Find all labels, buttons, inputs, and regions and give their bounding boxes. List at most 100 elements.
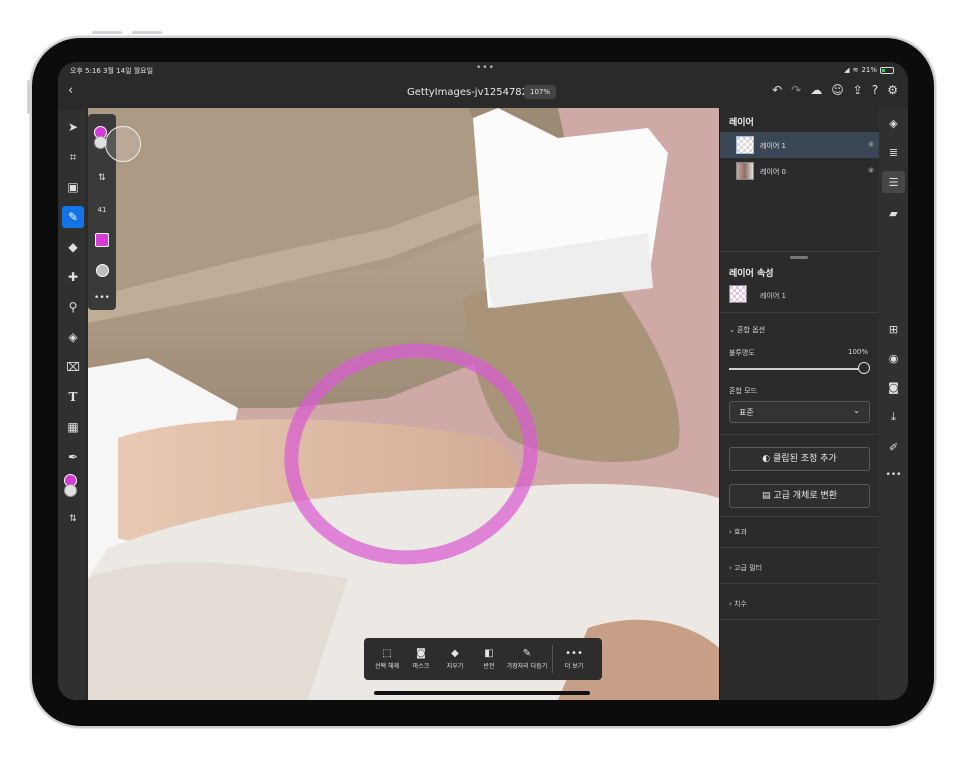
adjustments-sliders-icon[interactable]: ☰ bbox=[882, 171, 905, 193]
chevron-down-icon: ⌄ bbox=[729, 326, 735, 334]
transform-tool-icon[interactable]: ⌗ bbox=[62, 146, 84, 168]
invert-button[interactable]: ◧ 반전 bbox=[472, 648, 506, 670]
merge-down-icon[interactable]: ⤓ bbox=[882, 406, 905, 428]
healing-brush-tool-icon[interactable]: ✚ bbox=[62, 266, 84, 288]
effects-accordion[interactable]: › 효과 bbox=[729, 527, 747, 537]
color-swatches[interactable] bbox=[64, 474, 82, 497]
panel-divider bbox=[720, 312, 880, 313]
left-toolbar: ➤ ⌗ ▣ ✎ ◆ ✚ ⚲ ◈ ⌧ T ▦ ✒ ⇅ bbox=[58, 110, 86, 700]
erase-button[interactable]: ◆ 지우기 bbox=[438, 648, 472, 670]
background-color-swatch[interactable] bbox=[64, 484, 77, 497]
layer-row-layer-1[interactable]: 레이어 1 ◉ bbox=[720, 132, 880, 158]
layer-properties-heading: 레이어 속성 bbox=[729, 269, 774, 279]
task-divider bbox=[552, 645, 553, 673]
eyedropper-tool-icon[interactable]: ✒ bbox=[62, 446, 84, 468]
volume-button bbox=[132, 31, 162, 34]
layer-name: 레이어 1 bbox=[760, 142, 786, 150]
title-bar: ‹ GettyImages-jv12547822 * 107% ↶ ↷ ☁ ☺ … bbox=[58, 78, 908, 108]
status-icons: ◢ ≋ 21% bbox=[844, 66, 894, 74]
share-icon[interactable]: ⇪ bbox=[853, 83, 863, 97]
chevron-right-icon: › bbox=[729, 600, 732, 608]
move-tool-icon[interactable]: ➤ bbox=[62, 116, 84, 138]
brush-cursor-preview bbox=[105, 126, 141, 162]
refine-edge-icon: ✎ bbox=[522, 648, 532, 659]
convert-smart-object-button[interactable]: ▤ 고급 개체로 변환 bbox=[729, 484, 870, 508]
deselect-button[interactable]: ⬚ 선택 해제 bbox=[370, 648, 404, 670]
photo-artwork bbox=[88, 108, 719, 700]
layer-thumbnail bbox=[736, 162, 754, 180]
more-options-icon[interactable]: ••• bbox=[882, 464, 905, 486]
properties-layer-thumbnail bbox=[729, 285, 747, 303]
layer-thumbnail bbox=[736, 136, 754, 154]
visibility-eye-icon[interactable]: ◉ bbox=[868, 140, 874, 148]
brush-tip-button[interactable] bbox=[92, 260, 112, 280]
clone-stamp-tool-icon[interactable]: ⚲ bbox=[62, 296, 84, 318]
zoom-level[interactable]: 107% bbox=[524, 85, 557, 99]
opacity-slider-thumb[interactable] bbox=[858, 362, 870, 374]
undo-icon[interactable]: ↶ bbox=[772, 83, 782, 97]
visibility-eye-icon[interactable]: ◉ bbox=[882, 347, 905, 369]
power-button bbox=[27, 80, 30, 114]
more-icon: ••• bbox=[565, 648, 583, 659]
back-chevron-icon[interactable]: ‹ bbox=[68, 83, 73, 98]
brush-color-button[interactable] bbox=[92, 230, 112, 250]
brush-color-chip bbox=[95, 233, 109, 247]
comments-icon[interactable]: ▰ bbox=[882, 202, 905, 224]
fill-icon[interactable]: ✐ bbox=[882, 436, 905, 458]
refine-edge-button[interactable]: ✎ 가장자리 다듬기 bbox=[506, 648, 548, 670]
crop-tool-icon[interactable]: ⌧ bbox=[62, 356, 84, 378]
layer-mask-icon[interactable]: ◙ bbox=[882, 376, 905, 398]
app-screen: 오후 5:16 3월 14일 월요일 ••• ◢ ≋ 21% ‹ GettyIm… bbox=[58, 62, 908, 700]
add-layer-icon[interactable]: ⊞ bbox=[882, 318, 905, 340]
paint-bucket-tool-icon[interactable]: ◈ bbox=[62, 326, 84, 348]
panel-divider bbox=[720, 619, 880, 620]
brush-tool-icon[interactable]: ✎ bbox=[62, 206, 84, 228]
brush-size[interactable]: 41 bbox=[92, 200, 112, 220]
select-subject-tool-icon[interactable]: ▣ bbox=[62, 176, 84, 198]
deselect-icon: ⬚ bbox=[382, 648, 392, 659]
blend-mode-select[interactable]: 표준 ⌄ bbox=[729, 401, 870, 423]
swap-icon[interactable]: ⇅ bbox=[92, 168, 112, 188]
chevron-right-icon: › bbox=[729, 564, 732, 572]
opacity-label: 불투명도 bbox=[729, 349, 755, 357]
panel-resize-handle[interactable] bbox=[790, 256, 808, 259]
battery-icon bbox=[880, 66, 894, 74]
eraser-tool-icon[interactable]: ◆ bbox=[62, 236, 84, 258]
invert-icon: ◧ bbox=[484, 648, 494, 659]
battery-percent: 21% bbox=[861, 66, 877, 74]
opacity-value[interactable]: 100% bbox=[848, 348, 868, 356]
layer-row-layer-0[interactable]: 레이어 0 ◉ bbox=[720, 158, 880, 184]
dimensions-accordion[interactable]: › 치수 bbox=[729, 599, 747, 609]
redo-icon[interactable]: ↷ bbox=[791, 83, 801, 97]
type-tool-icon[interactable]: T bbox=[62, 386, 84, 408]
eraser-icon: ◆ bbox=[451, 648, 459, 659]
place-image-tool-icon[interactable]: ▦ bbox=[62, 416, 84, 438]
layers-stack-icon[interactable]: ◈ bbox=[882, 112, 905, 134]
brush-tip-icon bbox=[95, 263, 109, 277]
layer-properties-icon[interactable]: ≣ bbox=[882, 141, 905, 163]
chevron-down-icon: ⌄ bbox=[853, 406, 860, 415]
settings-gear-icon[interactable]: ⚙ bbox=[887, 83, 898, 97]
visibility-eye-icon[interactable]: ◉ bbox=[868, 166, 874, 174]
add-clipped-adjustment-button[interactable]: ◐ 클립된 조정 추가 bbox=[729, 447, 870, 471]
properties-layer-name: 레이어 1 bbox=[760, 292, 786, 300]
more-button[interactable]: ••• 더 보기 bbox=[557, 648, 591, 670]
mask-button[interactable]: ◙ 마스크 bbox=[404, 648, 438, 670]
more-options-icon[interactable]: ••• bbox=[92, 288, 112, 308]
wifi-icon: ≋ bbox=[852, 66, 859, 74]
blend-options-toggle[interactable]: ⌄ 혼합 옵션 bbox=[729, 325, 765, 335]
panel-divider bbox=[720, 516, 880, 517]
invite-icon[interactable]: ☺ bbox=[831, 83, 844, 97]
blend-mode-label: 혼합 모드 bbox=[729, 387, 757, 395]
smart-filters-accordion[interactable]: › 고급 필터 bbox=[729, 563, 762, 573]
multitask-dots[interactable]: ••• bbox=[476, 63, 495, 73]
opacity-slider-track[interactable] bbox=[729, 368, 859, 370]
signal-icon: ◢ bbox=[844, 66, 850, 74]
contextual-task-bar: ⬚ 선택 해제 ◙ 마스크 ◆ 지우기 ◧ 반전 ✎ 가장자리 다듬기 ••• 더 보기 bbox=[364, 638, 602, 680]
adjustment-icon: ◐ bbox=[762, 454, 771, 464]
panel-divider bbox=[720, 547, 880, 548]
cloud-icon[interactable]: ☁ bbox=[810, 83, 822, 97]
document-canvas[interactable] bbox=[88, 108, 719, 700]
swap-colors-icon[interactable]: ⇅ bbox=[62, 508, 84, 530]
help-icon[interactable]: ? bbox=[872, 83, 878, 97]
